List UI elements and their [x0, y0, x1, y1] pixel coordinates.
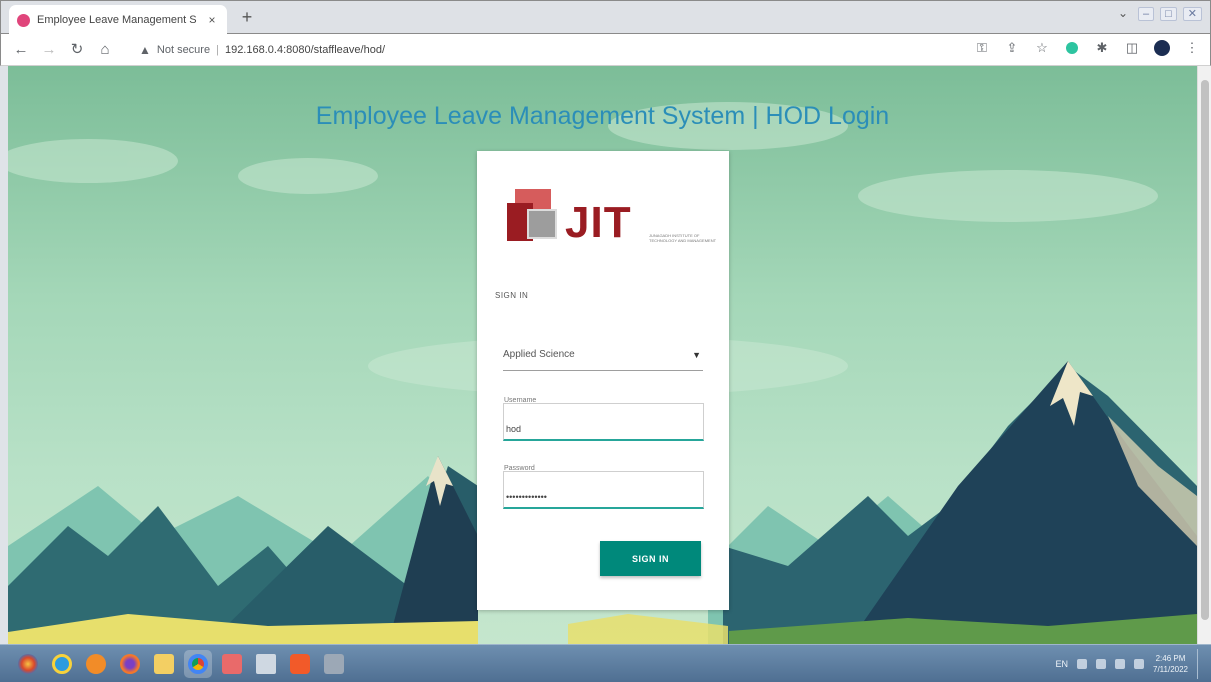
close-tab-icon[interactable]: × [205, 13, 219, 27]
window-controls: ⌄ – □ ✕ [1114, 7, 1202, 21]
url-text[interactable]: 192.168.0.4:8080/staffleave/hod/ [225, 44, 385, 56]
menu-kebab-icon[interactable]: ⋮ [1184, 40, 1200, 56]
address-bar[interactable]: ▲ Not secure | 192.168.0.4:8080/stafflea… [139, 40, 929, 60]
security-label[interactable]: Not secure [157, 44, 210, 56]
maximize-button[interactable]: □ [1160, 7, 1177, 21]
page-scrollbar[interactable] [1197, 66, 1211, 644]
department-select[interactable]: Applied Science ▼ [503, 339, 703, 371]
page-viewport: Employee Leave Management System | HOD L… [8, 66, 1197, 644]
sign-in-button[interactable]: SIGN IN [600, 541, 701, 576]
share-icon[interactable]: ⇪ [1004, 40, 1020, 56]
back-icon[interactable]: ← [11, 40, 31, 60]
browser-tab-bar: Employee Leave Management S × + ⌄ – □ ✕ [0, 0, 1211, 35]
side-panel-icon[interactable]: ◫ [1124, 40, 1140, 56]
file-explorer-icon[interactable] [150, 650, 178, 678]
logo-mark-grey [527, 209, 557, 239]
start-orb-icon[interactable] [14, 650, 42, 678]
toolbar-extensions: ⚿ ⇪ ☆ ✱ ◫ ⋮ [974, 40, 1200, 56]
photo-app-icon[interactable] [320, 650, 348, 678]
sign-in-heading: SIGN IN [495, 291, 529, 300]
page-title: Employee Leave Management System | HOD L… [315, 102, 890, 130]
forward-icon[interactable]: → [39, 40, 59, 60]
home-icon[interactable]: ⌂ [95, 40, 115, 60]
chrome-icon[interactable] [184, 650, 212, 678]
warning-icon: ▲ [139, 43, 151, 57]
browser-toolbar: ← → ↻ ⌂ ▲ Not secure | 192.168.0.4:8080/… [0, 34, 1211, 66]
new-tab-button[interactable]: + [237, 8, 257, 28]
scrollbar-thumb[interactable] [1201, 80, 1209, 620]
clock-time: 2:46 PM [1155, 654, 1186, 663]
bookmark-star-icon[interactable]: ☆ [1034, 40, 1050, 56]
media-player-icon[interactable] [82, 650, 110, 678]
key-icon[interactable]: ⚿ [974, 40, 990, 56]
language-indicator[interactable]: EN [1055, 659, 1068, 669]
extension-dot-icon[interactable] [1064, 40, 1080, 56]
close-window-button[interactable]: ✕ [1182, 7, 1202, 21]
tab-title: Employee Leave Management S [37, 14, 197, 26]
favicon-icon [17, 13, 30, 27]
clock[interactable]: 2:46 PM 7/11/2022 [1153, 653, 1188, 675]
dropdown-caret-icon: ▼ [692, 349, 701, 360]
firefox-icon[interactable] [116, 650, 144, 678]
jit-logo: JIT JUNAGADH INSTITUTE OF TECHNOLOGY AND… [507, 185, 717, 260]
network-icon[interactable] [1115, 659, 1125, 669]
logo-text: JIT [565, 198, 632, 247]
clock-date: 7/11/2022 [1153, 665, 1188, 674]
minimize-button[interactable]: – [1138, 7, 1155, 21]
tab-search-icon[interactable]: ⌄ [1114, 7, 1132, 21]
login-card: JIT JUNAGADH INSTITUTE OF TECHNOLOGY AND… [477, 151, 729, 610]
ie-icon[interactable] [48, 650, 76, 678]
browser-tab[interactable]: Employee Leave Management S × [9, 5, 227, 35]
notepad-icon[interactable] [252, 650, 280, 678]
reload-icon[interactable]: ↻ [67, 40, 87, 60]
flag-icon[interactable] [1096, 659, 1106, 669]
password-field[interactable] [503, 471, 704, 509]
profile-avatar[interactable] [1154, 40, 1170, 56]
username-field[interactable] [503, 403, 704, 441]
volume-icon[interactable] [1134, 659, 1144, 669]
divider: | [216, 44, 219, 56]
paint-icon[interactable] [218, 650, 246, 678]
extensions-puzzle-icon[interactable]: ✱ [1094, 40, 1110, 56]
logo-tagline: JUNAGADH INSTITUTE OF TECHNOLOGY AND MAN… [649, 233, 717, 243]
system-tray: EN 2:46 PM 7/11/2022 [1055, 649, 1207, 679]
show-desktop-button[interactable] [1197, 649, 1207, 679]
tray-chevron-icon[interactable] [1077, 659, 1087, 669]
brave-icon[interactable] [286, 650, 314, 678]
os-taskbar: EN 2:46 PM 7/11/2022 [0, 644, 1211, 682]
department-selected-value: Applied Science [503, 349, 575, 360]
